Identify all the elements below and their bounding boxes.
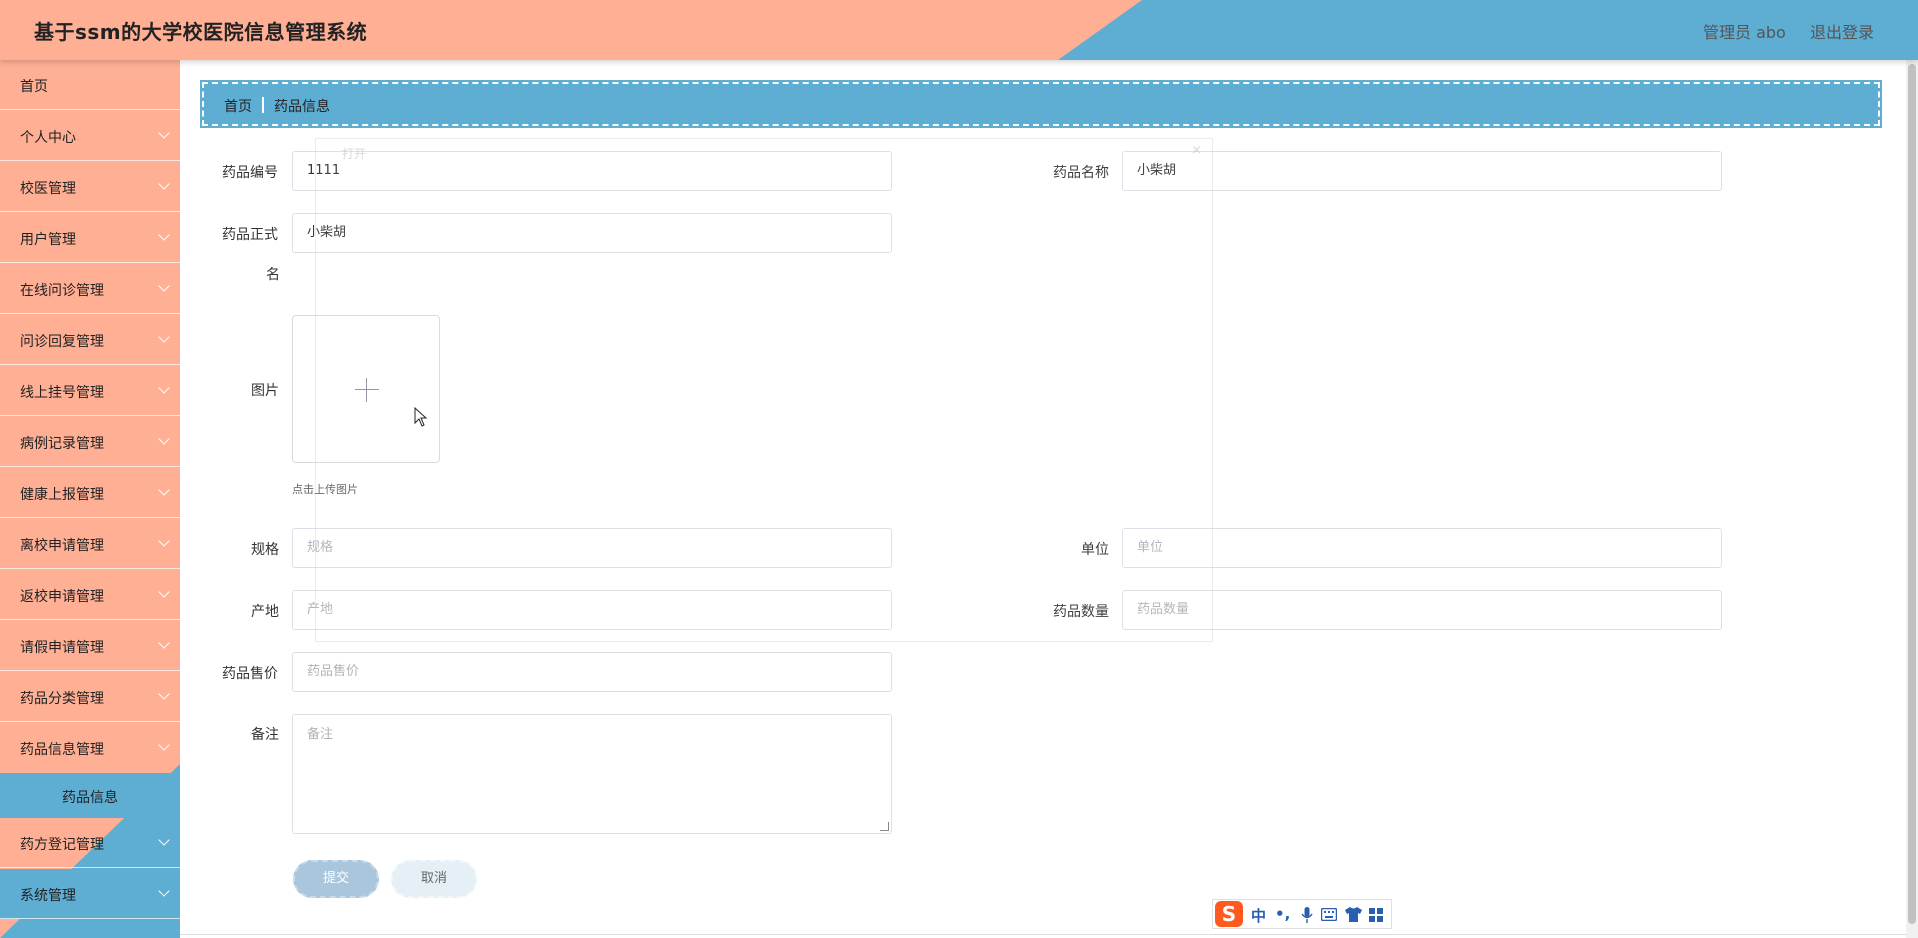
sidebar-item-home[interactable]: 首页 bbox=[0, 60, 180, 110]
bottom-divider bbox=[0, 934, 1918, 935]
chevron-down-icon bbox=[158, 331, 170, 343]
ime-toolbar[interactable]: S 中 •, bbox=[1212, 899, 1392, 929]
sidebar-item-label: 病例记录管理 bbox=[20, 436, 104, 452]
official-name-label-line2: 名 bbox=[266, 267, 280, 283]
sidebar-item-label: 返校申请管理 bbox=[20, 589, 104, 605]
ghost-open-dialog: 打开 × bbox=[315, 138, 1213, 642]
chevron-down-icon bbox=[158, 178, 170, 190]
app-title: 基于ssm的大学校医院信息管理系统 bbox=[34, 20, 368, 44]
sidebar-item-label: 问诊回复管理 bbox=[20, 334, 104, 350]
sidebar-item-label: 在线问诊管理 bbox=[20, 283, 104, 299]
breadcrumb: 首页 药品信息 bbox=[200, 80, 1882, 128]
sidebar-menu: 首页 个人中心 校医管理 用户管理 在线问诊管理 问诊回复管理 线上挂号管理 病… bbox=[0, 60, 180, 938]
sidebar-item-registration[interactable]: 线上挂号管理 bbox=[0, 366, 180, 416]
price-input[interactable]: 药品售价 bbox=[292, 652, 892, 692]
page-scrollbar[interactable] bbox=[1906, 60, 1918, 938]
sidebar-item-leave-request[interactable]: 请假申请管理 bbox=[0, 621, 180, 671]
chevron-down-icon bbox=[158, 885, 170, 897]
skin-shirt-icon[interactable] bbox=[1345, 907, 1362, 922]
chevron-down-icon bbox=[158, 688, 170, 700]
sidebar-subitem-label: 药品信息 bbox=[62, 790, 118, 806]
sidebar-item-label: 首页 bbox=[20, 79, 48, 95]
remark-placeholder: 备注 bbox=[307, 727, 334, 742]
sidebar-item-case-records[interactable]: 病例记录管理 bbox=[0, 417, 180, 467]
price-label: 药品售价 bbox=[222, 666, 278, 682]
sidebar-item-label: 个人中心 bbox=[20, 130, 76, 146]
grid-menu-icon[interactable] bbox=[1369, 908, 1383, 922]
current-user-label: 管理员 abo bbox=[1703, 23, 1786, 42]
chevron-down-icon bbox=[158, 535, 170, 547]
sidebar-item-consult-reply[interactable]: 问诊回复管理 bbox=[0, 315, 180, 365]
ime-mode-toggle[interactable]: 中 bbox=[1251, 905, 1266, 926]
scrollbar-thumb[interactable] bbox=[1908, 64, 1916, 924]
sidebar-item-return-school[interactable]: 返校申请管理 bbox=[0, 570, 180, 620]
sidebar-item-label: 健康上报管理 bbox=[20, 487, 104, 503]
image-label: 图片 bbox=[251, 383, 279, 399]
chevron-down-icon bbox=[158, 433, 170, 445]
origin-label: 产地 bbox=[251, 604, 279, 620]
top-header: 基于ssm的大学校医院信息管理系统 管理员 abo 退出登录 bbox=[0, 0, 1918, 60]
breadcrumb-separator bbox=[262, 97, 264, 113]
sidebar-subitem-drug-info[interactable]: 药品信息 bbox=[0, 773, 180, 818]
sidebar-item-doctor-mgmt[interactable]: 校医管理 bbox=[0, 162, 180, 212]
chevron-down-icon bbox=[158, 484, 170, 496]
cancel-button[interactable]: 取消 bbox=[391, 860, 477, 898]
remark-textarea[interactable]: 备注 bbox=[292, 714, 892, 834]
sidebar-item-label: 线上挂号管理 bbox=[20, 385, 104, 401]
microphone-icon[interactable] bbox=[1301, 907, 1313, 923]
resize-handle-icon[interactable] bbox=[880, 822, 889, 831]
header-blue-band bbox=[1058, 0, 1918, 60]
chevron-down-icon bbox=[158, 834, 170, 846]
sidebar-item-personal-center[interactable]: 个人中心 bbox=[0, 111, 180, 161]
spec-label: 规格 bbox=[251, 542, 279, 558]
logout-link[interactable]: 退出登录 bbox=[1810, 19, 1874, 43]
drug-code-label: 药品编号 bbox=[222, 165, 278, 181]
chevron-down-icon bbox=[158, 127, 170, 139]
sidebar-item-label: 系统管理 bbox=[20, 888, 76, 904]
sogou-logo-icon[interactable]: S bbox=[1215, 901, 1243, 927]
chevron-down-icon bbox=[158, 637, 170, 649]
ime-punct-toggle[interactable]: •, bbox=[1275, 905, 1290, 923]
official-name-label-line1: 药品正式 bbox=[222, 227, 278, 243]
sidebar-item-system[interactable]: 系统管理 bbox=[0, 869, 180, 919]
chevron-down-icon bbox=[158, 739, 170, 751]
mouse-cursor-icon bbox=[414, 407, 428, 427]
sidebar-item-leave-school[interactable]: 离校申请管理 bbox=[0, 519, 180, 569]
sidebar-item-prescription[interactable]: 药方登记管理 bbox=[0, 818, 180, 868]
keyboard-icon[interactable] bbox=[1321, 908, 1337, 921]
breadcrumb-home-link[interactable]: 首页 bbox=[224, 96, 252, 116]
ghost-dialog-title: 打开 bbox=[342, 147, 367, 161]
chevron-down-icon bbox=[158, 382, 170, 394]
chevron-down-icon bbox=[158, 280, 170, 292]
sidebar-item-drug-info[interactable]: 药品信息管理 bbox=[0, 723, 180, 773]
remark-label: 备注 bbox=[251, 727, 279, 743]
chevron-down-icon bbox=[158, 229, 170, 241]
sidebar-item-user-mgmt[interactable]: 用户管理 bbox=[0, 213, 180, 263]
breadcrumb-current: 药品信息 bbox=[274, 99, 330, 115]
sidebar-item-label: 药品信息管理 bbox=[20, 742, 104, 758]
sidebar-item-label: 药方登记管理 bbox=[20, 837, 104, 853]
close-icon: × bbox=[1191, 143, 1202, 158]
sidebar-item-label: 药品分类管理 bbox=[20, 691, 104, 707]
sidebar-item-health-report[interactable]: 健康上报管理 bbox=[0, 468, 180, 518]
submit-button[interactable]: 提交 bbox=[293, 860, 379, 898]
sidebar-item-label: 请假申请管理 bbox=[20, 640, 104, 656]
chevron-down-icon bbox=[158, 586, 170, 598]
sidebar-item-label: 用户管理 bbox=[20, 232, 76, 248]
sidebar-item-label: 校医管理 bbox=[20, 181, 76, 197]
sidebar-item-label: 离校申请管理 bbox=[20, 538, 104, 554]
sidebar-item-online-consult[interactable]: 在线问诊管理 bbox=[0, 264, 180, 314]
sidebar-item-drug-category[interactable]: 药品分类管理 bbox=[0, 672, 180, 722]
